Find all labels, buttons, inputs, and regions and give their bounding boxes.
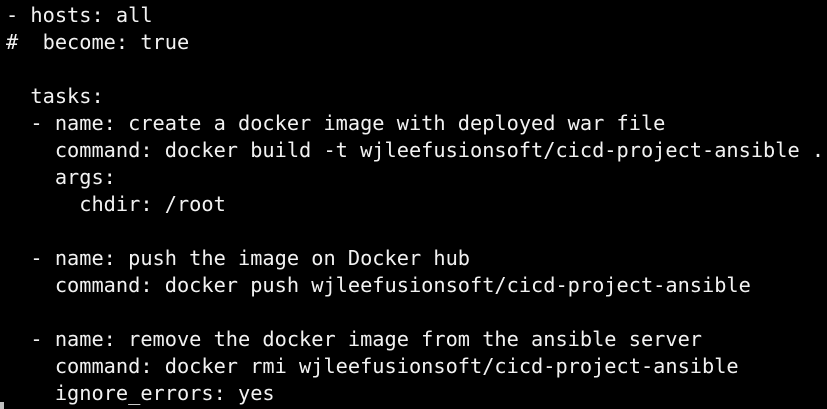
code-line-2: # become: true: [6, 30, 190, 54]
code-line-15: ignore_errors: yes: [6, 381, 275, 405]
code-line-5: - name: create a docker image with deplo…: [6, 111, 666, 135]
text-cursor: [0, 402, 4, 409]
terminal-window[interactable]: - hosts: all # become: true tasks: - name…: [0, 0, 827, 409]
code-line-1: - hosts: all: [6, 3, 153, 27]
code-line-7: args:: [6, 165, 116, 189]
code-line-10: - name: push the image on Docker hub: [6, 246, 470, 270]
code-line-4: tasks:: [6, 84, 104, 108]
code-line-13: - name: remove the docker image from the…: [6, 327, 702, 351]
code-line-11: command: docker push wjleefusionsoft/cic…: [6, 273, 751, 297]
code-line-14: command: docker rmi wjleefusionsoft/cicd…: [6, 354, 739, 378]
code-line-8: chdir: /root: [6, 192, 226, 216]
code-line-6: command: docker build -t wjleefusionsoft…: [6, 138, 825, 162]
yaml-editor-content[interactable]: - hosts: all # become: true tasks: - name…: [0, 0, 827, 407]
